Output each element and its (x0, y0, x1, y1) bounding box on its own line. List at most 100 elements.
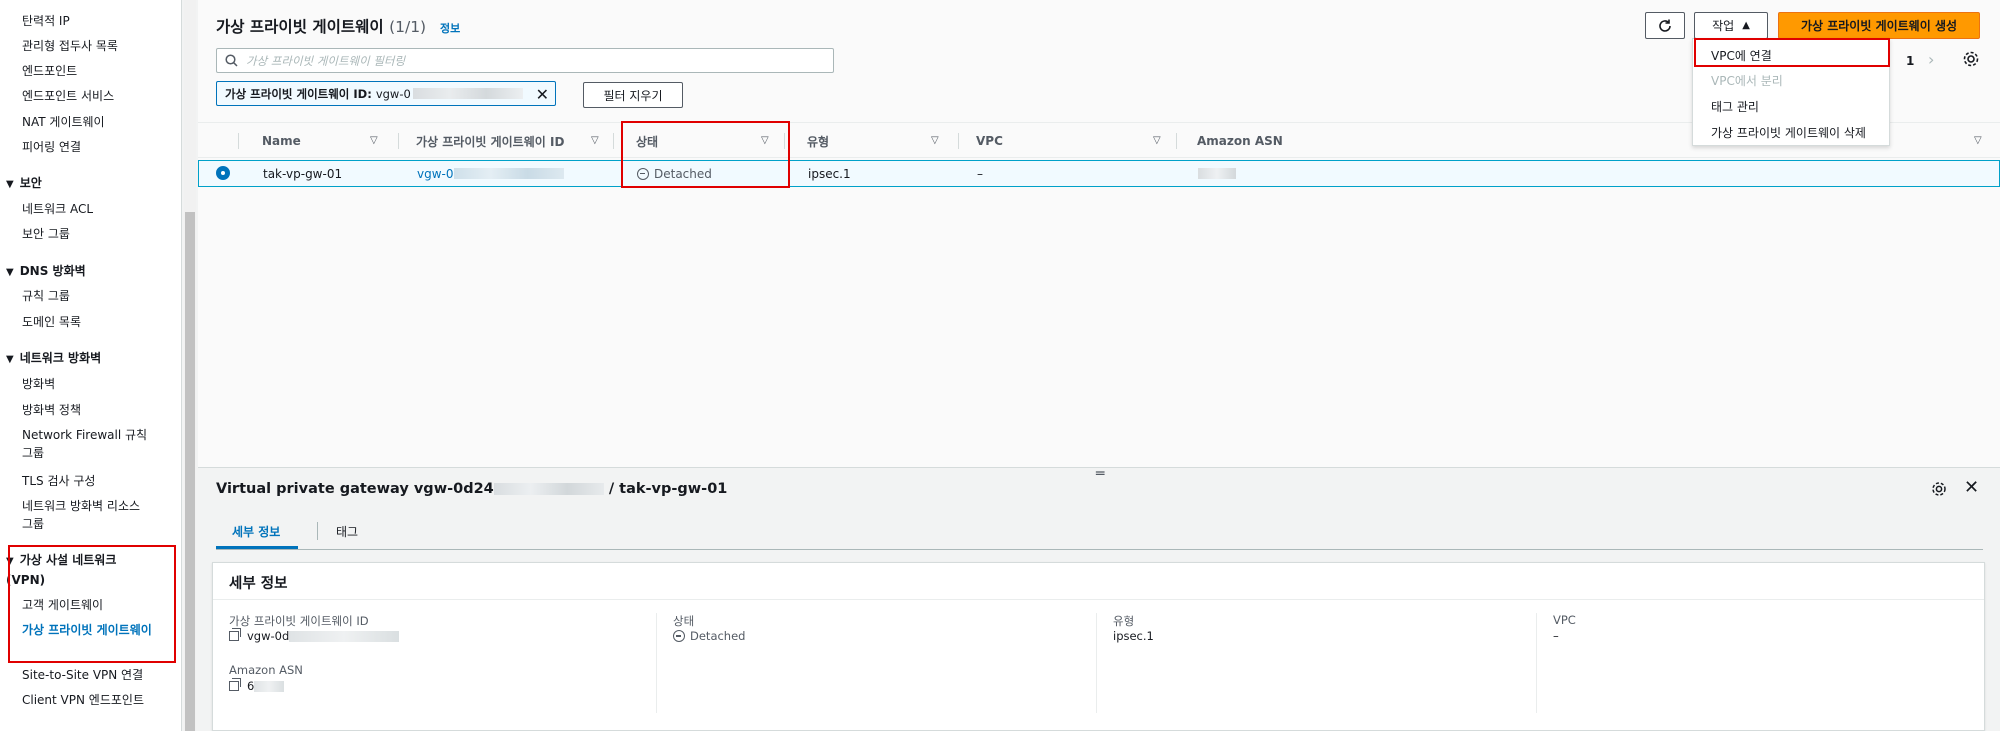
resize-handle-icon[interactable]: ═ (1096, 466, 1104, 482)
column-header-id[interactable]: 가상 프라이빗 게이트웨이 ID (416, 123, 564, 159)
id-label: 가상 프라이빗 게이트웨이 ID (229, 614, 369, 628)
sidebar-item-domain-lists[interactable]: 도메인 목록 (22, 314, 81, 330)
detail-col-id: 가상 프라이빗 게이트웨이 ID vgw-0d Amazon ASN 6 (229, 613, 669, 713)
clear-filters-button[interactable]: 필터 지우기 (583, 82, 683, 108)
sidebar-section-network-firewall[interactable]: ▼ 네트워크 방화벽 (6, 350, 101, 368)
sidebar-item-endpoint-services[interactable]: 엔드포인트 서비스 (22, 88, 114, 104)
sort-icon[interactable]: ▽ (931, 135, 939, 146)
sidebar-item-firewall-policies[interactable]: 방화벽 정책 (22, 402, 81, 418)
sort-icon[interactable]: ▽ (1153, 135, 1161, 146)
detail-col-state: 상태 Detached (656, 613, 1096, 713)
copy-icon[interactable] (229, 678, 241, 691)
status-stopped-icon (673, 630, 685, 642)
detail-col-type: 유형 ipsec.1 (1096, 613, 1536, 713)
caret-down-icon: ▼ (6, 354, 14, 365)
asn-label: Amazon ASN (229, 663, 303, 677)
sidebar-scrollbar-thumb[interactable] (185, 212, 195, 731)
info-link[interactable]: 정보 (440, 20, 460, 36)
menu-item-detach-vpc: VPC에서 분리 (1711, 74, 1783, 88)
caret-up-icon: ▲ (1742, 20, 1750, 31)
sidebar-item-elastic-ip[interactable]: 탄력적 IP (22, 13, 70, 29)
sidebar-item-site-to-site-vpn[interactable]: Site-to-Site VPN 연결 (22, 667, 143, 683)
vpc-label: VPC (1553, 613, 1576, 627)
asn-value: 6 (229, 678, 285, 693)
column-header-name[interactable]: Name (262, 123, 301, 159)
sidebar-section-dns-firewall[interactable]: ▼ DNS 방화벽 (6, 263, 86, 281)
row-state: Detached (637, 161, 712, 186)
tab-details[interactable]: 세부 정보 (232, 523, 280, 540)
row-asn (1198, 161, 1236, 186)
sidebar-item-virtual-private-gateways[interactable]: 가상 프라이빗 게이트웨이 (22, 621, 152, 639)
sort-icon[interactable]: ▽ (761, 135, 769, 146)
row-vpc: – (977, 166, 983, 181)
copy-icon[interactable] (229, 628, 241, 641)
sidebar-item-firewalls[interactable]: 방화벽 (22, 376, 55, 392)
sidebar-item-security-groups[interactable]: 보안 그룹 (22, 226, 70, 242)
redacted-value (493, 483, 604, 495)
filter-input[interactable] (246, 53, 806, 68)
caret-down-icon: ▼ (6, 556, 14, 567)
sort-icon[interactable]: ▽ (1974, 135, 1982, 146)
column-header-vpc[interactable]: VPC (976, 123, 1003, 159)
row-name: tak-vp-gw-01 (263, 166, 343, 181)
detail-tabs: 세부 정보 태그 (216, 513, 1983, 550)
details-container: 세부 정보 가상 프라이빗 게이트웨이 ID vgw-0d Amazon ASN… (212, 562, 1985, 731)
page-title: 가상 프라이빗 게이트웨이 (1/1) (216, 18, 427, 36)
row-type: ipsec.1 (808, 166, 851, 181)
filter-token[interactable]: 가상 프라이빗 게이트웨이 ID: vgw-0 ✕ (216, 81, 556, 106)
status-stopped-icon (637, 167, 649, 180)
sidebar-item-prefix-lists[interactable]: 관리형 접두사 목록 (22, 38, 118, 54)
gear-icon[interactable] (1962, 50, 1980, 68)
row-radio[interactable] (216, 166, 230, 180)
sort-icon[interactable]: ▽ (370, 135, 378, 146)
detail-col-vpc: VPC – (1536, 613, 1976, 713)
id-value: vgw-0d (229, 628, 400, 643)
menu-item-manage-tags[interactable]: 태그 관리 (1711, 98, 1759, 115)
search-icon (225, 54, 238, 67)
tab-tags[interactable]: 태그 (336, 523, 358, 540)
column-header-type[interactable]: 유형 (807, 123, 829, 159)
state-label: 상태 (673, 614, 695, 628)
main-content: 가상 프라이빗 게이트웨이 (1/1) 정보 작업 ▲ 가상 프라이빗 게이트웨… (198, 0, 2000, 731)
sidebar-item-endpoints[interactable]: 엔드포인트 (22, 63, 77, 79)
type-value: ipsec.1 (1113, 629, 1154, 643)
close-icon[interactable]: ✕ (1964, 477, 1979, 498)
chevron-right-icon[interactable]: › (1928, 50, 1934, 69)
column-header-asn[interactable]: Amazon ASN (1197, 123, 1283, 159)
sidebar-item-client-vpn-endpoints[interactable]: Client VPN 엔드포인트 (22, 692, 144, 708)
sidebar-item-tls-inspection[interactable]: TLS 검사 구성 (22, 473, 95, 489)
row-gateway-id[interactable]: vgw-0 (417, 161, 564, 186)
detail-title: Virtual private gateway vgw-0d24 / tak-v… (216, 481, 728, 497)
sidebar-item-rule-groups[interactable]: 규칙 그룹 (22, 288, 70, 304)
active-tab-indicator (216, 546, 298, 549)
sidebar-item-nf-rule-groups[interactable]: Network Firewall 규칙 그룹 (22, 426, 152, 462)
caret-down-icon: ▼ (6, 267, 14, 278)
sidebar-item-nat-gateways[interactable]: NAT 게이트웨이 (22, 114, 105, 130)
refresh-icon (1659, 19, 1671, 32)
details-header: 세부 정보 (213, 563, 1984, 600)
table-row[interactable]: tak-vp-gw-01 vgw-0 Detached ipsec.1 – (198, 160, 2000, 187)
redacted-value (412, 88, 523, 99)
caret-down-icon: ▼ (6, 179, 14, 190)
page-number[interactable]: 1 (1906, 54, 1914, 68)
remove-token-icon[interactable]: ✕ (536, 85, 549, 104)
menu-item-attach-vpc[interactable]: VPC에 연결 (1711, 47, 1772, 64)
actions-button[interactable]: 작업 ▲ (1694, 12, 1768, 39)
refresh-button[interactable] (1645, 12, 1685, 39)
sidebar: 탄력적 IP 관리형 접두사 목록 엔드포인트 엔드포인트 서비스 NAT 게이… (0, 0, 182, 731)
sidebar-item-network-acl[interactable]: 네트워크 ACL (22, 201, 93, 217)
sidebar-section-vpn[interactable]: ▼ 가상 사설 네트워크 (VPN) (6, 551, 126, 589)
sidebar-item-customer-gateways[interactable]: 고객 게이트웨이 (22, 597, 103, 613)
column-header-state[interactable]: 상태 (636, 123, 658, 159)
sidebar-item-nf-resource-groups[interactable]: 네트워크 방화벽 리소스 그룹 (22, 497, 152, 533)
sort-icon[interactable]: ▽ (591, 135, 599, 146)
vpc-value: – (1553, 629, 1559, 643)
gear-icon[interactable] (1931, 481, 1947, 497)
filter-field[interactable] (216, 48, 834, 73)
menu-item-delete-gateway[interactable]: 가상 프라이빗 게이트웨이 삭제 (1711, 124, 1866, 141)
sidebar-section-security[interactable]: ▼ 보안 (6, 175, 42, 193)
state-value: Detached (673, 629, 745, 643)
sidebar-item-peering[interactable]: 피어링 연결 (22, 139, 81, 155)
create-gateway-button[interactable]: 가상 프라이빗 게이트웨이 생성 (1778, 12, 1980, 39)
actions-menu: VPC에 연결 VPC에서 분리 태그 관리 가상 프라이빗 게이트웨이 삭제 (1692, 38, 1890, 146)
